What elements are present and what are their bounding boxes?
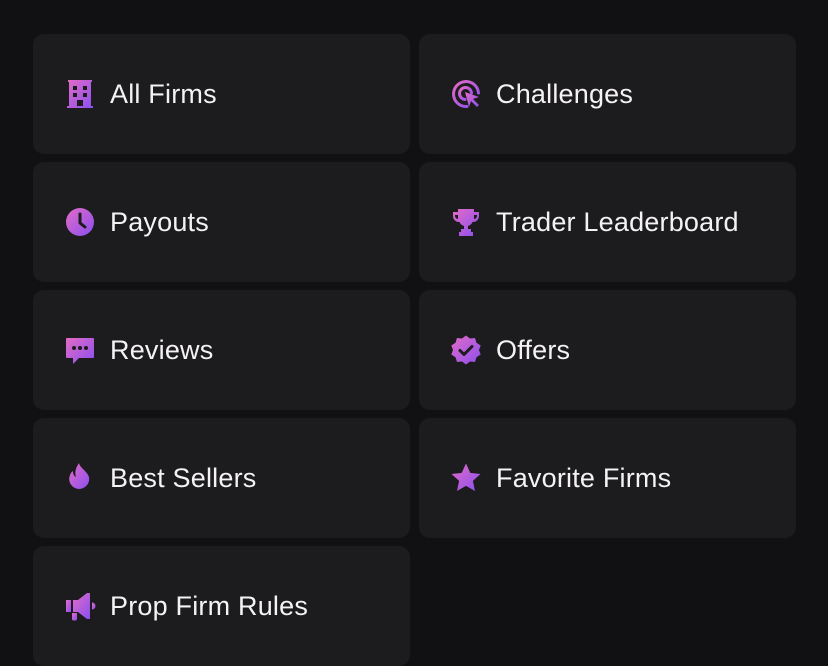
menu-item-all-firms[interactable]: All Firms: [33, 34, 410, 154]
menu-item-label: Payouts: [110, 206, 209, 237]
verified-badge-icon: [449, 333, 483, 367]
menu-item-reviews[interactable]: Reviews: [33, 290, 410, 410]
chat-bubble-icon: [63, 333, 97, 367]
menu-item-label: Reviews: [110, 334, 214, 365]
flame-icon: [63, 461, 97, 495]
menu-item-best-sellers[interactable]: Best Sellers: [33, 418, 410, 538]
menu-item-prop-firm-rules[interactable]: Prop Firm Rules: [33, 546, 410, 666]
menu-item-label: All Firms: [110, 78, 217, 109]
menu-item-label: Prop Firm Rules: [110, 590, 309, 621]
menu-item-label: Offers: [496, 334, 571, 365]
menu-item-offers[interactable]: Offers: [419, 290, 796, 410]
menu-item-challenges[interactable]: Challenges: [419, 34, 796, 154]
menu-item-favorite-firms[interactable]: Favorite Firms: [419, 418, 796, 538]
target-cursor-icon: [449, 77, 483, 111]
building-icon: [63, 77, 97, 111]
megaphone-icon: [63, 589, 97, 623]
nav-menu-grid: All Firms Challenges Payouts Trader Lead…: [33, 34, 796, 666]
menu-item-label: Trader Leaderboard: [496, 206, 739, 237]
menu-item-payouts[interactable]: Payouts: [33, 162, 410, 282]
trophy-icon: [449, 205, 483, 239]
star-icon: [449, 461, 483, 495]
menu-item-label: Challenges: [496, 78, 634, 109]
menu-item-trader-leaderboard[interactable]: Trader Leaderboard: [419, 162, 796, 282]
menu-item-label: Favorite Firms: [496, 462, 672, 493]
menu-item-label: Best Sellers: [110, 462, 257, 493]
clock-icon: [63, 205, 97, 239]
